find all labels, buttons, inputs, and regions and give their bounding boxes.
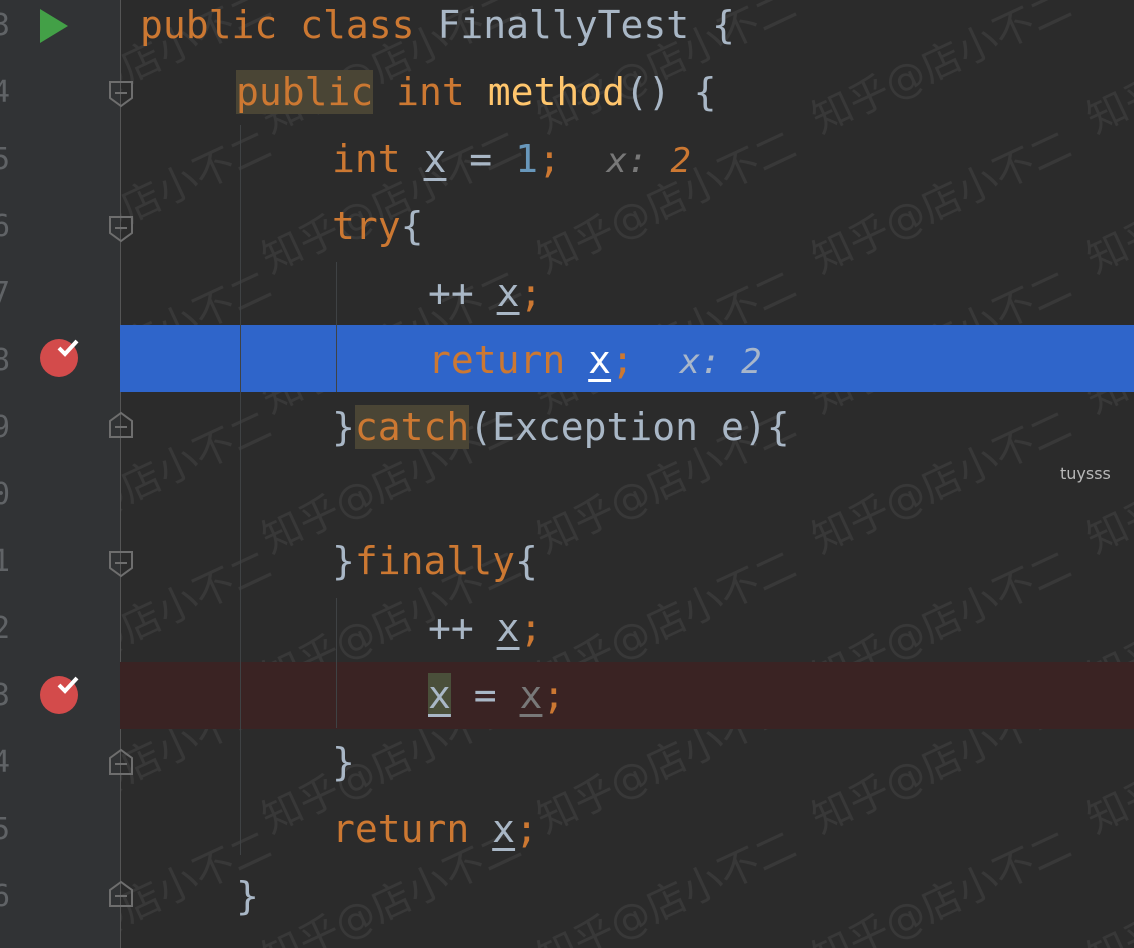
- variable: x: [519, 673, 543, 717]
- line-number: 6: [0, 209, 11, 244]
- keyword: public: [236, 70, 374, 114]
- keyword: public: [140, 3, 278, 47]
- operator: =: [450, 673, 520, 717]
- method-name: method: [487, 70, 625, 114]
- fold-collapse-icon[interactable]: [108, 880, 134, 908]
- watermark-text: 知乎@店小不二: [1080, 122, 1134, 283]
- brace: {: [712, 3, 735, 47]
- line-number: 0: [0, 477, 11, 512]
- watermark-text: 知乎@店小不二: [805, 122, 1079, 283]
- code-line-try[interactable]: try{: [332, 193, 424, 260]
- code-line-close-finally[interactable]: }: [332, 729, 355, 796]
- brace: }: [332, 740, 355, 784]
- editor-gutter[interactable]: [0, 0, 120, 948]
- variable: x: [423, 137, 447, 181]
- line-number: 6: [0, 879, 11, 914]
- operator: =: [446, 137, 516, 181]
- watermark-text: 知乎@店小不二: [805, 822, 1079, 948]
- code-line-catch[interactable]: }catch(Exception e){: [332, 394, 790, 461]
- code-line-increment[interactable]: ++ x;: [428, 260, 542, 327]
- watermark-text: 知乎@店小不二: [530, 822, 804, 948]
- line-number: 2: [0, 611, 11, 646]
- code-line-assignment-breakpoint[interactable]: x = x;: [428, 662, 565, 729]
- code-line-close-method[interactable]: }: [236, 863, 259, 930]
- semicolon: ;: [515, 807, 538, 851]
- line-number: 4: [0, 745, 11, 780]
- line-number: 1: [0, 544, 11, 579]
- indent-guide: [240, 125, 241, 855]
- indent-guide: [336, 598, 337, 728]
- keyword: return: [332, 807, 470, 851]
- line-number: 3: [0, 8, 11, 43]
- code-line-int-declaration[interactable]: int x = 1; x: 2: [332, 126, 691, 193]
- keyword: try: [332, 204, 401, 248]
- semicolon: ;: [519, 606, 543, 650]
- semicolon: ;: [537, 137, 561, 181]
- operator: ++: [428, 606, 497, 650]
- fold-collapse-icon[interactable]: [108, 748, 134, 776]
- brace: }: [332, 539, 355, 583]
- line-number: 7: [0, 276, 11, 311]
- breakpoint-line: [120, 662, 1134, 729]
- inline-value-label: x:: [606, 141, 648, 181]
- inline-value: 2: [670, 141, 691, 181]
- fold-collapse-icon[interactable]: [108, 80, 134, 108]
- code-line-increment[interactable]: ++ x;: [428, 595, 542, 662]
- watermark-text: 知乎@店小不二: [805, 0, 1079, 143]
- brace: {: [400, 204, 424, 248]
- watermark-text: 知乎@店小不二: [1080, 822, 1134, 948]
- variable: x: [496, 271, 520, 315]
- operator: ++: [428, 271, 497, 315]
- brace: {: [515, 539, 538, 583]
- keyword: finally: [354, 539, 516, 583]
- class-name: FinallyTest: [437, 3, 690, 47]
- number: 1: [515, 137, 538, 181]
- keyword: class: [300, 3, 415, 47]
- brace: }: [236, 874, 259, 918]
- breakpoint-check-icon: [57, 676, 79, 694]
- inline-value: x: 2: [679, 342, 762, 382]
- keyword: return: [428, 338, 566, 382]
- gutter-divider: [120, 0, 121, 948]
- code-line-finally[interactable]: }finally{: [332, 528, 538, 595]
- indent-guide: [336, 262, 337, 392]
- line-number: 8: [0, 343, 11, 378]
- keyword: int: [332, 137, 401, 181]
- line-number: 4: [0, 75, 11, 110]
- watermark-text: 知乎@店小不二: [805, 402, 1079, 563]
- watermark-text: 知乎@店小不二: [1080, 0, 1134, 143]
- variable: x: [428, 673, 451, 717]
- code-line-return[interactable]: return x;: [332, 796, 538, 863]
- brace: }: [332, 405, 355, 449]
- catch-parameters: (Exception e){: [469, 405, 790, 449]
- run-icon[interactable]: [40, 9, 68, 43]
- fold-collapse-icon[interactable]: [108, 550, 134, 578]
- line-number: 5: [0, 812, 11, 847]
- keyword: catch: [354, 405, 470, 449]
- code-line-method-declaration[interactable]: public int method() {: [236, 59, 717, 126]
- punctuation: () {: [624, 70, 717, 114]
- semicolon: ;: [519, 271, 543, 315]
- variable: x: [492, 807, 516, 851]
- code-line-return-current[interactable]: return x; x: 2: [428, 327, 762, 394]
- semicolon: ;: [611, 338, 634, 382]
- code-editor[interactable]: 知乎@店小不二 知乎@店小不二 知乎@店小不二 知乎@店小不二 知乎@店小不二 知乎@店小…: [0, 0, 1134, 948]
- fold-collapse-icon[interactable]: [108, 411, 134, 439]
- line-number: 9: [0, 410, 11, 445]
- overlay-label: tuysss: [1060, 464, 1111, 483]
- breakpoint-check-icon: [57, 339, 79, 357]
- keyword: int: [396, 70, 465, 114]
- variable: x: [588, 338, 612, 382]
- variable: x: [496, 606, 520, 650]
- semicolon: ;: [542, 673, 566, 717]
- line-number: 3: [0, 678, 11, 713]
- code-line-class-declaration[interactable]: public class FinallyTest {: [140, 0, 735, 59]
- line-number: 5: [0, 142, 11, 177]
- fold-collapse-icon[interactable]: [108, 215, 134, 243]
